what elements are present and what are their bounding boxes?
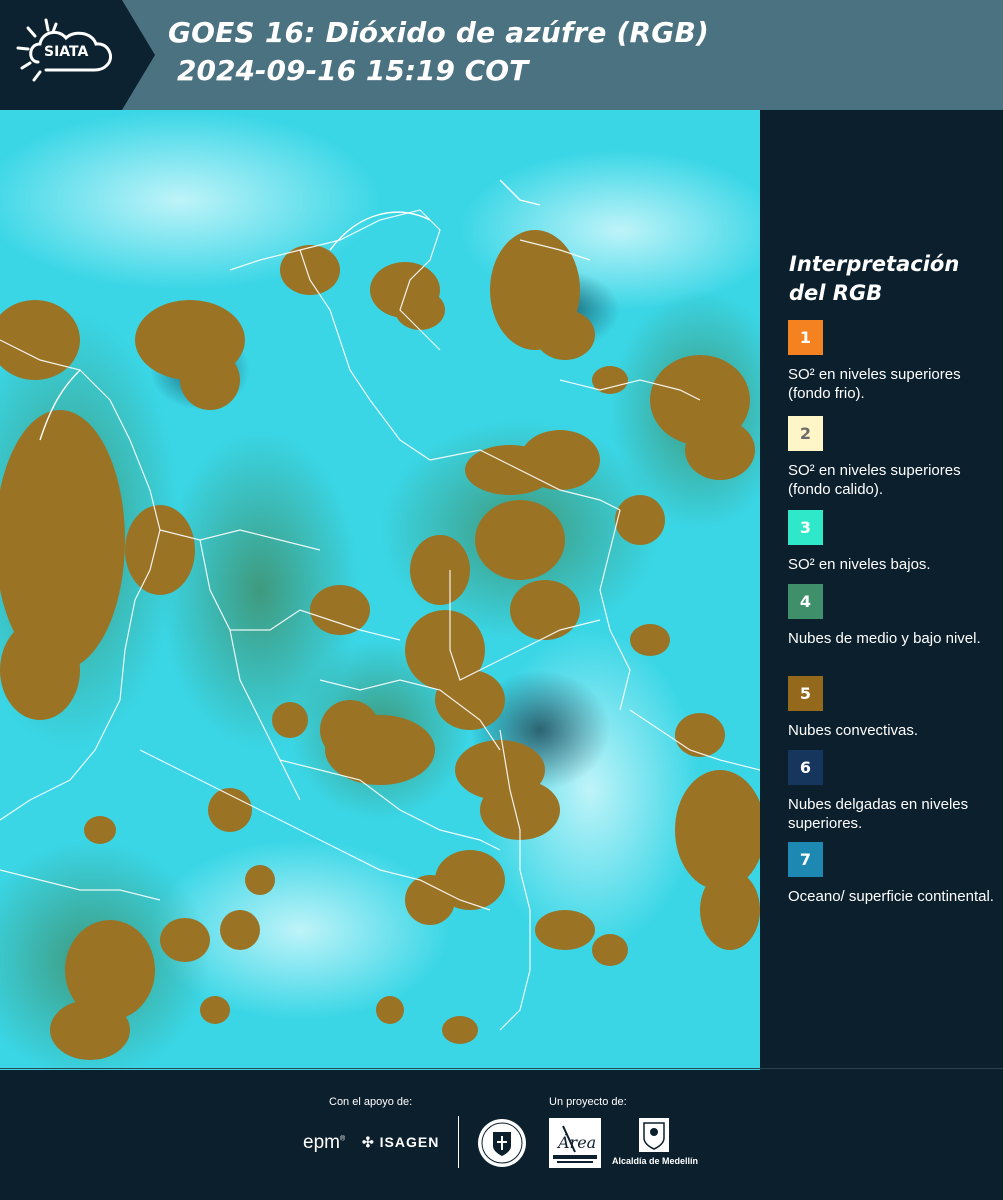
siata-logo[interactable]: SIATA [0,0,155,110]
legend-title: Interpretación del RGB [789,252,960,305]
legend-item-6: 6 Nubes delgadas en niveles superiores. [788,750,1000,833]
epm-logo[interactable]: epm® [303,1132,345,1154]
legend-swatch-1: 1 [788,320,823,355]
svg-text:Área: Área [556,1132,596,1152]
legend-item-1: 1 SO² en niveles superiores (fondo frio)… [788,320,1000,403]
legend-label-5: Nubes convectivas. [788,722,919,739]
footer: Con el apoyo de: Un proyecto de: epm® ✣ … [0,1070,1003,1200]
legend-item-7: 7 Oceano/ superficie continental. [788,842,1000,906]
logo-divider [458,1116,459,1168]
legend-swatch-7: 7 [788,842,823,877]
legend-swatch-3: 3 [788,510,823,545]
registered-mark-icon: ® [339,1135,346,1143]
legend-swatch-2: 2 [788,416,823,451]
area-metropolitana-icon[interactable]: Área [549,1118,601,1168]
header: SIATA GOES 16: Dióxido de azúfre (RGB) 2… [0,0,1003,110]
medellin-seal-icon[interactable] [477,1118,527,1168]
legend-label-6: Nubes delgadas en niveles superiores. [788,796,969,832]
footer-divider [0,1068,1003,1069]
legend-label-1: SO² en niveles superiores (fondo frio). [788,366,961,402]
legend-swatch-4: 4 [788,584,823,619]
support-label: Con el apoyo de: [329,1096,413,1108]
legend-item-4: 4 Nubes de medio y bajo nivel. [788,584,1000,648]
legend-label-7: Oceano/ superficie continental. [788,888,994,905]
isagen-logo[interactable]: ✣ ISAGEN [362,1134,439,1151]
siata-wordmark: SIATA [44,44,89,60]
page-timestamp: 2024-09-16 15:19 COT [177,54,529,87]
isagen-wordmark: ISAGEN [379,1134,440,1150]
legend-item-3: 3 SO² en niveles bajos. [788,510,1000,574]
page-title: GOES 16: Dióxido de azúfre (RGB) [168,16,710,49]
legend-item-5: 5 Nubes convectivas. [788,676,1000,740]
legend-label-4: Nubes de medio y bajo nivel. [788,630,981,647]
legend-item-2: 2 SO² en niveles superiores (fondo calid… [788,416,1000,499]
isagen-star-icon: ✣ [362,1134,375,1150]
legend-swatch-5: 5 [788,676,823,711]
legend-swatch-6: 6 [788,750,823,785]
satellite-map[interactable] [0,110,760,1070]
rgb-composite-image [0,110,760,1070]
alcaldia-shield-icon[interactable] [637,1118,671,1154]
legend-panel: Interpretación del RGB 1 SO² en niveles … [760,110,1003,1070]
epm-wordmark: epm [303,1132,340,1153]
alcaldia-wordmark: Alcaldía de Medellín [612,1156,699,1166]
legend-label-3: SO² en niveles bajos. [788,556,931,573]
project-label: Un proyecto de: [549,1096,627,1108]
legend-label-2: SO² en niveles superiores (fondo calido)… [788,462,961,498]
